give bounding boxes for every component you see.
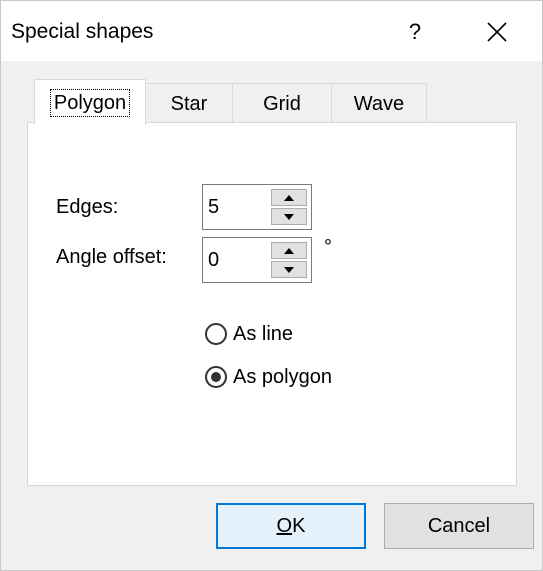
radio-label: As line xyxy=(233,323,294,345)
tab-label: Wave xyxy=(353,92,405,115)
radio-as-line[interactable]: As line xyxy=(205,320,293,348)
angle-offset-increment-button[interactable] xyxy=(271,242,307,259)
edges-stepper[interactable]: 5 xyxy=(202,184,312,230)
degree-unit: ° xyxy=(324,236,332,258)
cancel-button[interactable]: Cancel xyxy=(384,503,534,549)
angle-offset-decrement-button[interactable] xyxy=(271,261,307,278)
angle-offset-stepper[interactable]: 0 xyxy=(202,237,312,283)
tab-grid[interactable]: Grid xyxy=(232,83,332,123)
dialog-window: Special shapes ? Polygon Star Grid Wave … xyxy=(0,0,543,571)
tab-strip: Polygon Star Grid Wave xyxy=(27,79,517,125)
edges-label: Edges: xyxy=(56,196,119,218)
dialog-title: Special shapes xyxy=(11,20,154,43)
tab-label: Star xyxy=(170,92,208,115)
edges-spin-buttons xyxy=(271,189,307,225)
title-bar: Special shapes ? xyxy=(1,1,542,61)
ok-label-rest: K xyxy=(292,514,306,537)
help-button[interactable]: ? xyxy=(383,9,447,55)
arrow-down-icon xyxy=(284,213,294,220)
tab-polygon[interactable]: Polygon xyxy=(34,79,146,125)
radio-label: As polygon xyxy=(233,366,332,388)
ok-mnemonic: O xyxy=(276,514,293,537)
close-button[interactable] xyxy=(465,9,529,55)
tab-star[interactable]: Star xyxy=(145,83,233,123)
arrow-up-icon xyxy=(284,194,294,201)
arrow-up-icon xyxy=(284,247,294,254)
tab-wave[interactable]: Wave xyxy=(331,83,427,123)
polygon-tab-panel: Edges: 5 Angle offset: 0 ° As line As po… xyxy=(27,122,517,486)
angle-offset-value: 0 xyxy=(208,249,220,271)
radio-circle-checked xyxy=(205,366,227,388)
radio-circle-unchecked xyxy=(205,323,227,345)
radio-as-polygon[interactable]: As polygon xyxy=(205,363,332,391)
edges-decrement-button[interactable] xyxy=(271,208,307,225)
tab-label: Grid xyxy=(263,92,301,115)
angle-offset-spin-buttons xyxy=(271,242,307,278)
edges-increment-button[interactable] xyxy=(271,189,307,206)
arrow-down-icon xyxy=(284,266,294,273)
angle-offset-label: Angle offset: xyxy=(56,246,167,268)
radio-dot xyxy=(211,372,221,382)
tab-label: Polygon xyxy=(49,88,131,117)
ok-button[interactable]: OK xyxy=(216,503,366,549)
edges-value: 5 xyxy=(208,196,220,218)
close-icon xyxy=(487,22,507,42)
